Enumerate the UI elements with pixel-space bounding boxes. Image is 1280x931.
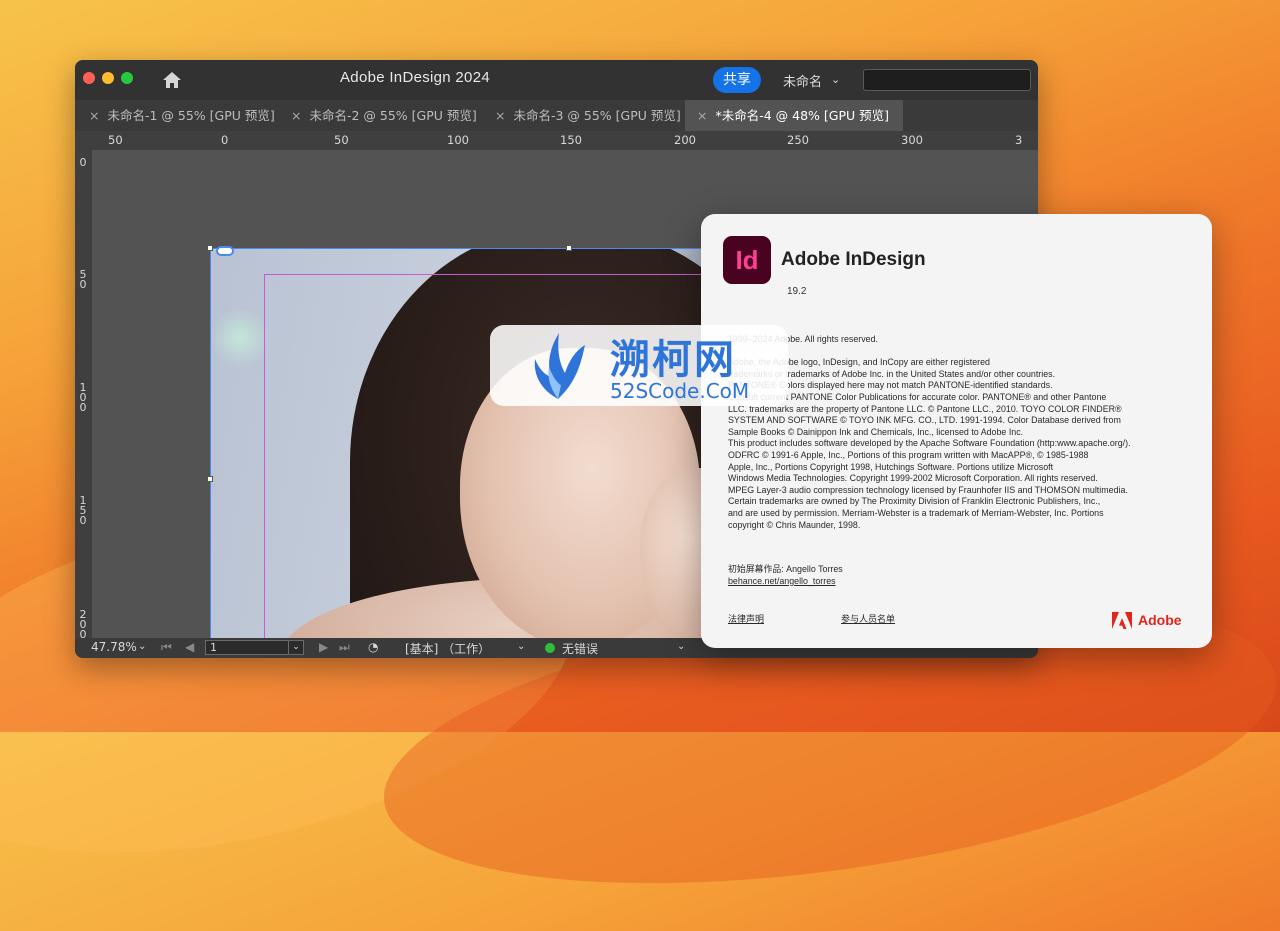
preflight-status[interactable]: 无错误 bbox=[562, 640, 598, 657]
page-dropdown-icon[interactable]: ⌄ bbox=[288, 640, 304, 655]
selection-handle[interactable] bbox=[566, 245, 572, 251]
zoom-dropdown-icon[interactable]: ⌄ bbox=[138, 641, 146, 652]
close-tab-icon[interactable]: × bbox=[697, 108, 707, 123]
last-page-icon[interactable]: ⏭ bbox=[339, 640, 350, 655]
home-icon[interactable] bbox=[161, 69, 183, 91]
close-tab-icon[interactable]: × bbox=[291, 108, 301, 123]
ruler-label: 250 bbox=[787, 133, 809, 147]
share-button[interactable]: 共享 bbox=[713, 67, 761, 93]
ruler-label: 150 bbox=[79, 494, 87, 527]
splash-credit: 初始屏幕作品: Angello Torres behance.net/angel… bbox=[728, 564, 843, 587]
legal-line: 1999–2024 Adobe. All rights reserved. bbox=[728, 334, 878, 344]
chevron-down-icon[interactable]: ⌄ bbox=[831, 73, 840, 86]
ruler-label: 100 bbox=[447, 133, 469, 147]
splash-credit-link[interactable]: behance.net/angello_torres bbox=[728, 576, 843, 588]
tab-label: 未命名-2 @ 55% [GPU 预览] bbox=[309, 108, 477, 123]
legal-line: LLC. trademarks are the property of Pant… bbox=[728, 403, 1122, 414]
legal-line: SYSTEM AND SOFTWARE © TOYO INK MFG. CO.,… bbox=[728, 415, 1121, 426]
ruler-label: 300 bbox=[901, 133, 923, 147]
ruler-label: 3 bbox=[1015, 133, 1023, 147]
ruler-label: 50 bbox=[334, 133, 349, 147]
legal-line: PANTONE® Colors displayed here may not m… bbox=[728, 380, 1053, 391]
ruler-label: 50 bbox=[108, 133, 123, 147]
watermark-url: 52SCode.CoM bbox=[610, 379, 750, 403]
link-icon[interactable] bbox=[216, 246, 234, 256]
page-number: 1 bbox=[210, 641, 217, 654]
zoom-level[interactable]: 47.78% bbox=[91, 640, 137, 654]
indesign-logo: Id bbox=[723, 236, 771, 284]
document-tab[interactable]: × 未命名-2 @ 55% [GPU 预览] bbox=[291, 100, 477, 131]
document-tab[interactable]: × 未命名-1 @ 55% [GPU 预览] bbox=[89, 100, 275, 131]
close-tab-icon[interactable]: × bbox=[89, 108, 99, 123]
legal-line: copyright © Chris Maunder, 1998. bbox=[728, 519, 861, 530]
legal-line: and are used by permission. Merriam-Webs… bbox=[728, 507, 1104, 518]
legal-notices-link[interactable]: 法律声明 bbox=[728, 612, 764, 625]
selection-handle[interactable] bbox=[207, 476, 213, 482]
adobe-wordmark: Adobe bbox=[1138, 612, 1182, 628]
splash-credit-text: 初始屏幕作品: Angello Torres bbox=[728, 564, 843, 574]
ruler-label: 0 bbox=[221, 133, 229, 147]
watermark-title: 溯柯网 bbox=[610, 337, 736, 383]
legal-line: trademarks or trademarks of Adobe Inc. i… bbox=[728, 368, 1056, 379]
next-page-icon[interactable]: ▶ bbox=[319, 640, 328, 654]
horizontal-ruler[interactable]: 50 0 50 100 150 200 250 300 3 bbox=[92, 131, 1038, 151]
legal-line: Windows Media Technologies. Copyright 19… bbox=[728, 473, 1098, 484]
title-bar: Adobe InDesign 2024 共享 未命名 ⌄ bbox=[75, 60, 1038, 100]
selection-handle[interactable] bbox=[207, 245, 213, 251]
close-tab-icon[interactable]: × bbox=[495, 108, 505, 123]
preflight-panel-icon[interactable]: ◔ bbox=[368, 640, 378, 654]
legal-line: Sample Books © Dainippon Ink and Chemica… bbox=[728, 426, 1024, 437]
search-input[interactable] bbox=[863, 69, 1031, 91]
workspace-mode[interactable]: [基本] （工作） bbox=[405, 640, 490, 657]
legal-line: Adobe, the Adobe logo, InDesign, and InC… bbox=[728, 357, 990, 368]
ruler-label: 100 bbox=[79, 381, 87, 414]
document-tab-bar: × 未命名-1 @ 55% [GPU 预览] × 未命名-2 @ 55% [GPU … bbox=[75, 100, 1038, 131]
ruler-label: 150 bbox=[560, 133, 582, 147]
ruler-label: 50 bbox=[79, 268, 87, 291]
ruler-corner[interactable] bbox=[75, 131, 92, 150]
legal-line: MPEG Layer-3 audio compression technolog… bbox=[728, 484, 1128, 495]
vertical-ruler[interactable]: 0 50 100 150 200 bbox=[75, 150, 92, 645]
close-window-button[interactable] bbox=[83, 72, 95, 84]
legal-text: 1999–2024 Adobe. All rights reserved. Ad… bbox=[728, 334, 1188, 531]
tab-label: 未命名-3 @ 55% [GPU 预览] bbox=[513, 108, 681, 123]
wing-logo-icon bbox=[534, 333, 585, 399]
chevron-down-icon[interactable]: ⌄ bbox=[677, 641, 685, 652]
about-dialog: Id Adobe InDesign 19.2 1999–2024 Adobe. … bbox=[701, 214, 1212, 648]
legal-line: ODFRC © 1991-6 Apple, Inc., Portions of … bbox=[728, 449, 1089, 460]
adobe-logo-icon bbox=[1112, 612, 1132, 629]
credits-link[interactable]: 参与人员名单 bbox=[841, 612, 895, 625]
previous-page-icon[interactable]: ◀ bbox=[185, 640, 194, 654]
zoom-window-button[interactable] bbox=[121, 72, 133, 84]
legal-line: Consult current PANTONE Color Publicatio… bbox=[728, 391, 1107, 402]
first-page-icon[interactable]: ⏮ bbox=[161, 640, 172, 655]
tab-label: 未命名-1 @ 55% [GPU 预览] bbox=[107, 108, 275, 123]
ruler-label: 200 bbox=[79, 608, 87, 641]
preflight-status-icon bbox=[545, 643, 555, 653]
about-app-name: Adobe InDesign bbox=[781, 249, 926, 270]
ruler-label: 0 bbox=[79, 156, 87, 169]
minimize-window-button[interactable] bbox=[102, 72, 114, 84]
ruler-label: 200 bbox=[674, 133, 696, 147]
document-menu[interactable]: 未命名 bbox=[783, 71, 822, 90]
legal-line: Certain trademarks are owned by The Prox… bbox=[728, 496, 1101, 507]
document-tab-active[interactable]: × *未命名-4 @ 48% [GPU 预览] bbox=[685, 100, 904, 131]
legal-line bbox=[728, 346, 1188, 358]
tab-label: *未命名-4 @ 48% [GPU 预览] bbox=[715, 108, 890, 123]
watermark: 溯柯网 52SCode.CoM bbox=[490, 325, 788, 406]
legal-line: Apple, Inc., Portions Copyright 1998, Hu… bbox=[728, 461, 1054, 472]
version-number: 19.2 bbox=[787, 286, 807, 297]
document-tab[interactable]: × 未命名-3 @ 55% [GPU 预览] bbox=[495, 100, 681, 131]
app-title: Adobe InDesign 2024 bbox=[340, 69, 490, 86]
chevron-down-icon[interactable]: ⌄ bbox=[517, 641, 525, 652]
legal-line: This product includes software developed… bbox=[728, 438, 1131, 449]
